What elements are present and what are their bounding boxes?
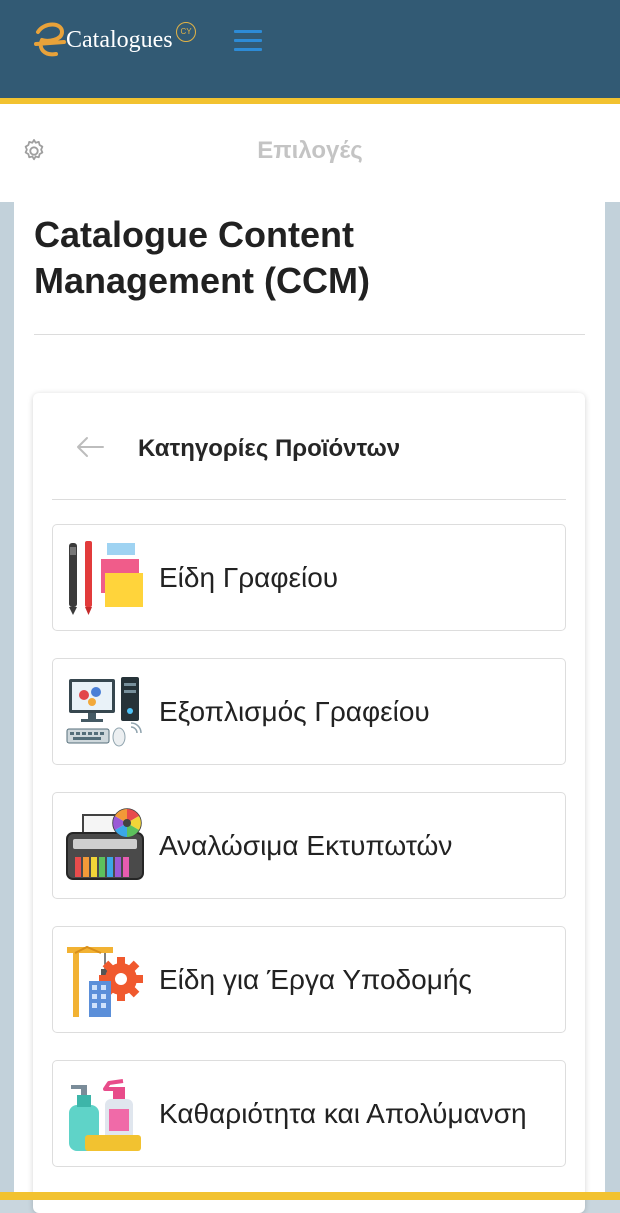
- options-label[interactable]: Επιλογές: [0, 137, 620, 165]
- category-item-office-supplies[interactable]: Είδη Γραφείου: [52, 524, 566, 631]
- page-title: Catalogue Content Management (CCM): [34, 214, 371, 301]
- bottom-accent-stripe: [0, 1192, 620, 1200]
- arrow-left-icon[interactable]: [75, 436, 105, 458]
- options-bar: Επιλογές: [0, 104, 620, 202]
- logo-text: Catalogues: [66, 27, 173, 53]
- category-label: Είδη για Έργα Υποδομής: [159, 963, 472, 995]
- category-item-cleaning-disinfection[interactable]: Καθαριότητα και Απολύμανση: [52, 1060, 566, 1167]
- category-label: Καθαριότητα και Απολύμανση: [159, 1097, 527, 1129]
- hamburger-menu-icon[interactable]: [234, 30, 262, 52]
- card-divider: [52, 499, 566, 500]
- office-equipment-icon: [66, 677, 142, 747]
- card-heading: Κατηγορίες Προϊόντων: [138, 435, 401, 462]
- office-supplies-icon: [69, 541, 143, 615]
- category-label: Εξοπλισμός Γραφείου: [159, 695, 430, 727]
- categories-card: Κατηγορίες Προϊόντων Είδη Γραφείου Εξοπλ…: [33, 393, 585, 1213]
- cleaning-disinfection-icon: [69, 1079, 141, 1151]
- category-item-printer-consumables[interactable]: Αναλώσιμα Εκτυπωτών: [52, 792, 566, 899]
- main-panel: Catalogue Content Management (CCM) Κατηγ…: [14, 202, 605, 1213]
- logo-badge: CY: [176, 22, 196, 42]
- category-item-office-equipment[interactable]: Εξοπλισμός Γραφείου: [52, 658, 566, 765]
- app-header: Catalogues CY: [0, 0, 620, 98]
- category-label: Αναλώσιμα Εκτυπωτών: [159, 829, 453, 861]
- category-item-infrastructure-works[interactable]: Είδη για Έργα Υποδομής: [52, 926, 566, 1033]
- category-label: Είδη Γραφείου: [159, 561, 339, 593]
- printer-consumables-icon: [66, 808, 144, 880]
- infrastructure-works-icon: [67, 945, 143, 1017]
- left-gutter: [0, 202, 14, 1200]
- title-divider: [34, 334, 585, 335]
- right-gutter: [605, 202, 620, 1200]
